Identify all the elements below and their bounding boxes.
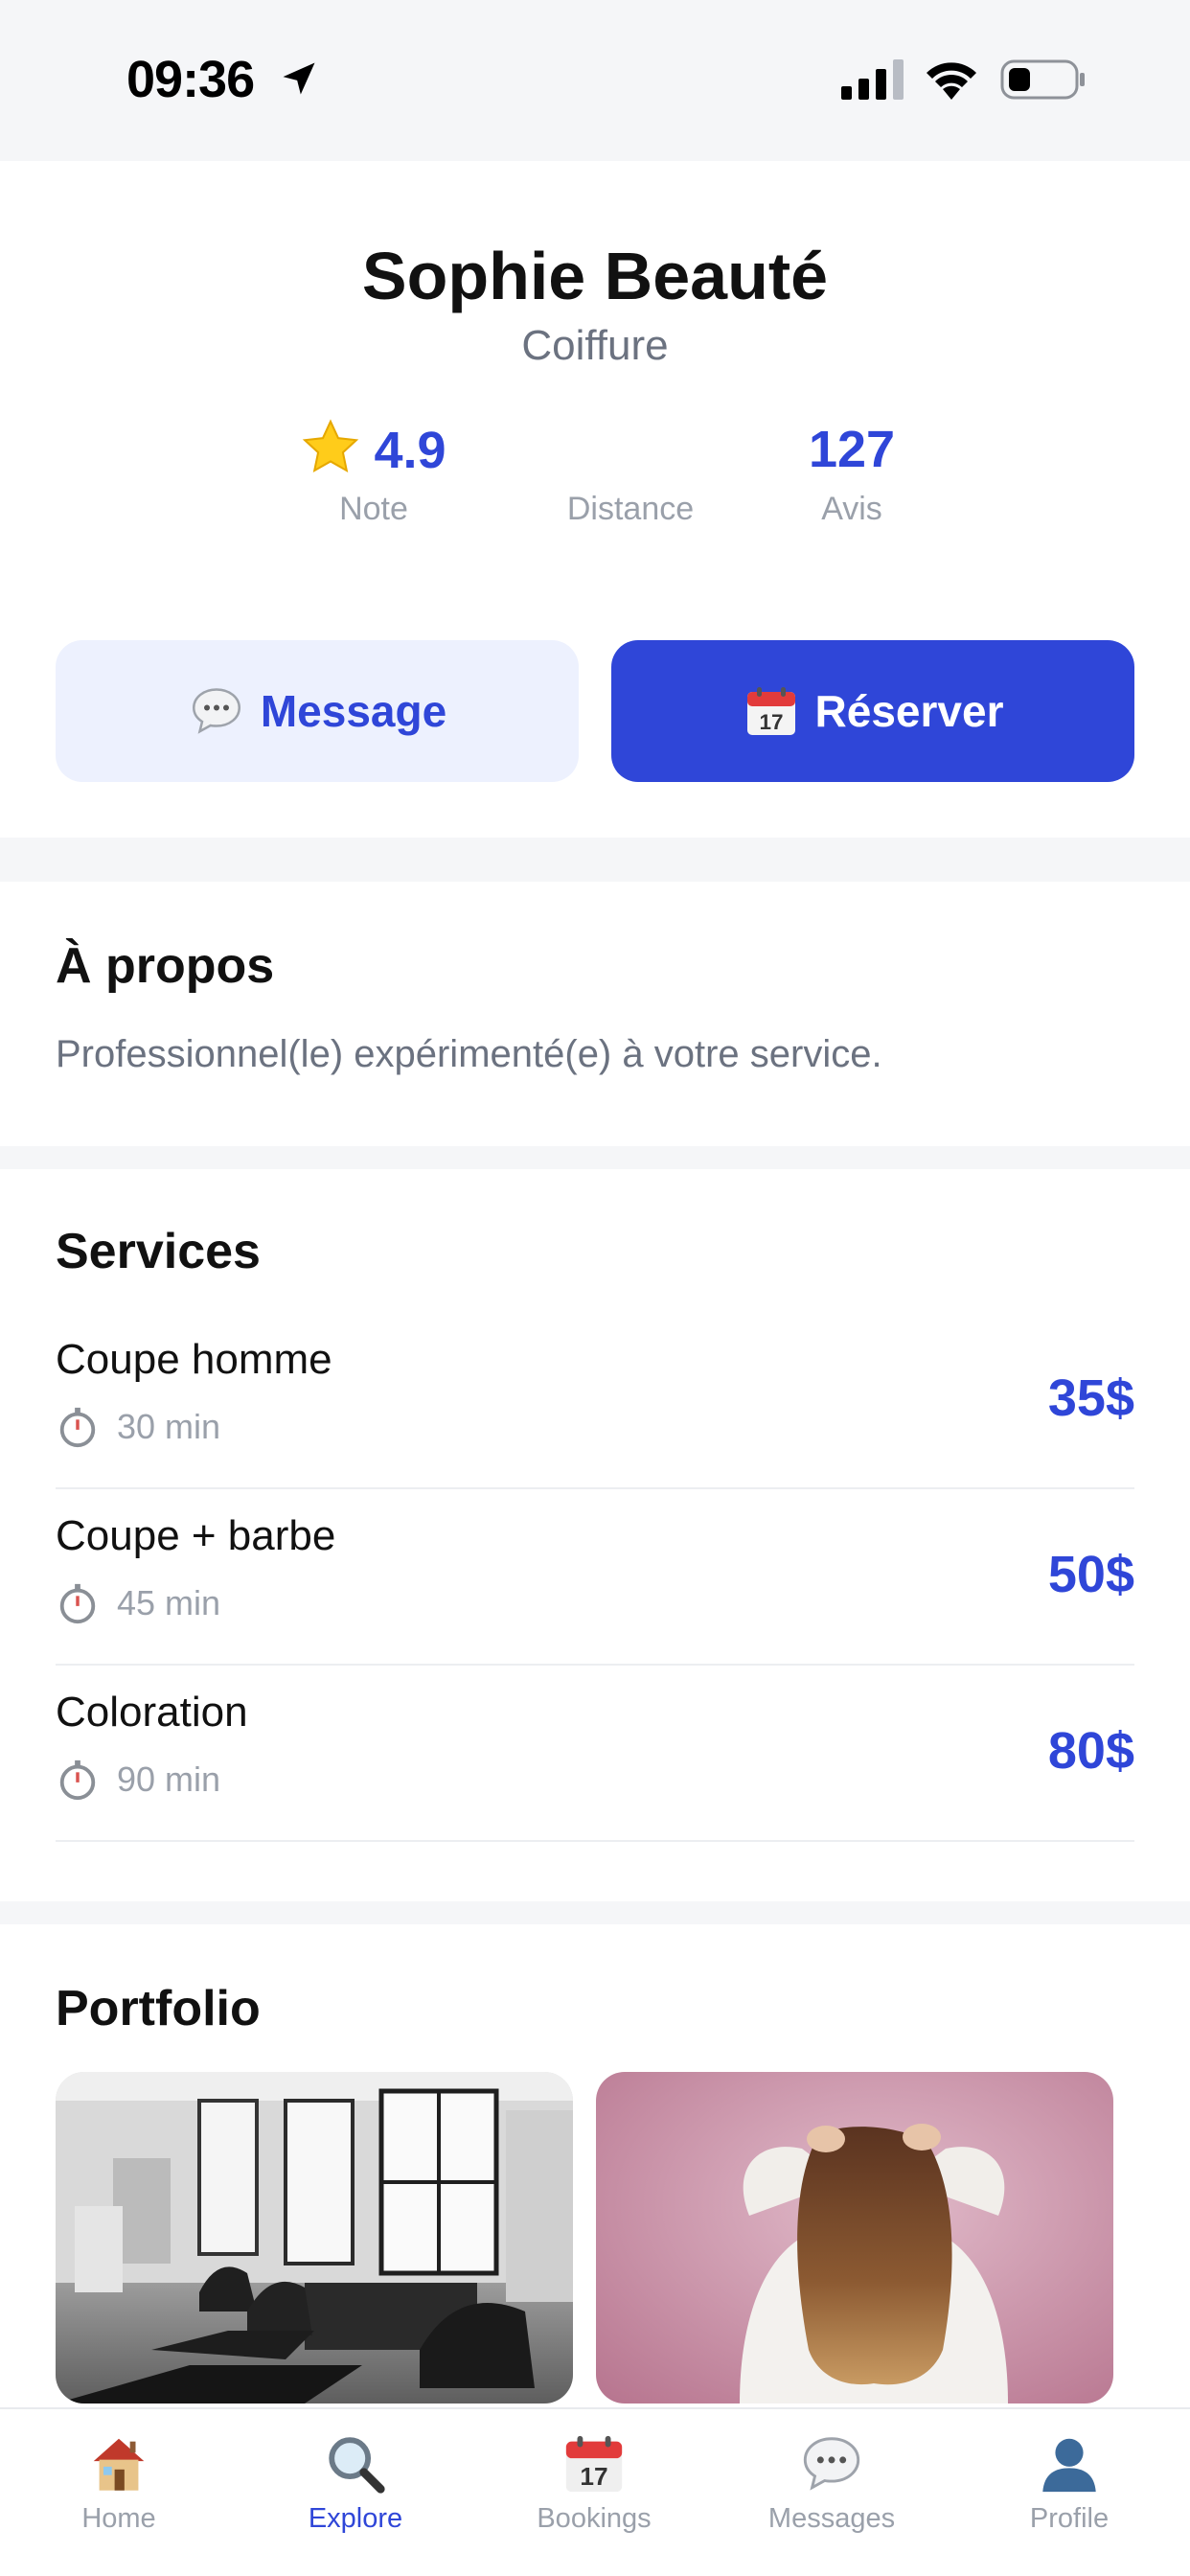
calendar-icon: 17 — [565, 2435, 623, 2493]
rating-value: 4.9 — [374, 422, 446, 479]
portfolio-image-hair[interactable] — [596, 2072, 1113, 2404]
wifi-icon — [927, 62, 976, 100]
tab-bar: Home Explore 17 Bookings Messages Profil — [0, 2407, 1190, 2576]
provider-name: Sophie Beauté — [361, 239, 829, 313]
svg-text:17: 17 — [580, 2462, 607, 2491]
provider-header: Sophie Beauté Coiffure 4.9 Note Distance… — [0, 161, 1190, 838]
reviews-stat: 127 Avis — [708, 418, 995, 528]
portfolio-title: Portfolio — [56, 1981, 261, 2036]
about-title: À propos — [56, 938, 275, 994]
status-bar: 09:36 — [0, 0, 1190, 161]
house-icon — [93, 2438, 145, 2491]
provider-category: Coiffure — [521, 322, 669, 369]
tab-label: Bookings — [537, 2503, 652, 2534]
service-price: 80$ — [1047, 1722, 1134, 1780]
tab-label: Messages — [767, 2503, 896, 2534]
service-duration: 90 min — [117, 1760, 221, 1799]
tab-messages[interactable]: Messages — [736, 2430, 927, 2535]
service-name: Coupe homme — [56, 1336, 332, 1383]
message-button-label: Message — [260, 686, 447, 736]
stopwatch-icon — [59, 1407, 96, 1448]
service-duration-row: 30 min — [56, 1405, 220, 1449]
service-price: 35$ — [1047, 1369, 1134, 1427]
tab-home[interactable]: Home — [23, 2430, 215, 2535]
service-duration-row: 90 min — [56, 1758, 220, 1802]
status-time: 09:36 — [126, 51, 255, 108]
stopwatch-icon — [59, 1760, 96, 1801]
reserve-button[interactable]: 17 Réserver — [611, 640, 1134, 782]
person-silhouette-icon — [1042, 2438, 1096, 2493]
location-arrow-icon — [283, 62, 315, 95]
salon-interior-photo — [56, 2072, 573, 2404]
speech-bubble-icon — [803, 2437, 860, 2491]
section-divider — [0, 838, 1190, 882]
rating-stat: 4.9 Note — [230, 418, 517, 528]
cellular-signal-icon — [841, 59, 904, 100]
service-row[interactable]: Coloration 90 min 80$ — [56, 1666, 1134, 1842]
service-name: Coloration — [56, 1689, 248, 1736]
service-duration: 30 min — [117, 1407, 221, 1446]
tab-explore[interactable]: Explore — [260, 2430, 451, 2535]
service-row[interactable]: Coupe + barbe 45 min 50$ — [56, 1489, 1134, 1666]
service-price: 50$ — [1047, 1546, 1134, 1603]
tab-label: Profile — [1029, 2503, 1110, 2534]
reserve-button-label: Réserver — [814, 686, 1004, 736]
speech-bubble-icon — [192, 688, 240, 734]
service-row[interactable]: Coupe homme 30 min 35$ — [56, 1313, 1134, 1489]
services-title: Services — [56, 1224, 261, 1279]
message-button[interactable]: Message — [56, 640, 579, 782]
section-divider — [0, 1146, 1190, 1169]
svg-text:17: 17 — [759, 710, 783, 734]
tab-label: Home — [81, 2503, 156, 2534]
service-duration-row: 45 min — [56, 1581, 220, 1625]
section-divider — [0, 1901, 1190, 1924]
reviews-value: 127 — [808, 421, 896, 478]
stopwatch-icon — [59, 1583, 96, 1624]
service-name: Coupe + barbe — [56, 1512, 336, 1559]
tab-bookings[interactable]: 17 Bookings — [498, 2430, 690, 2535]
magnifier-icon — [329, 2437, 385, 2494]
rating-label: Note — [339, 491, 408, 527]
star-icon — [303, 419, 359, 473]
hair-model-photo — [596, 2072, 1113, 2404]
battery-icon — [1000, 59, 1085, 100]
tab-profile[interactable]: Profile — [973, 2430, 1165, 2535]
calendar-icon: 17 — [746, 687, 795, 735]
service-duration: 45 min — [117, 1583, 221, 1622]
tab-label: Explore — [308, 2503, 403, 2534]
portfolio-image-salon[interactable] — [56, 2072, 573, 2404]
about-text: Professionnel(le) expérimenté(e) à votre… — [56, 1033, 882, 1075]
reviews-label: Avis — [821, 491, 882, 527]
